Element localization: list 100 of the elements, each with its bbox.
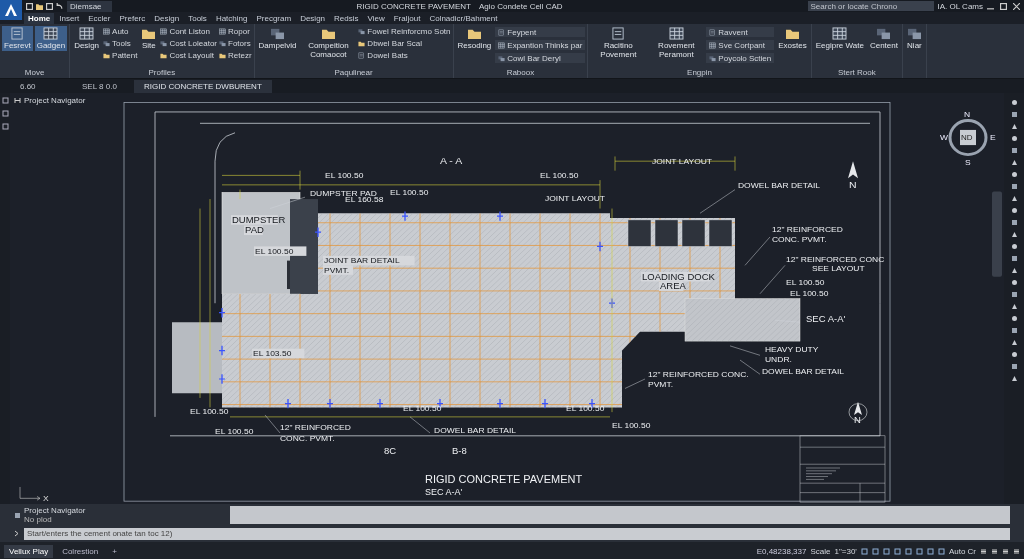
panel-title[interactable]: Stert Rook: [837, 68, 876, 77]
ribbon-tab[interactable]: Fraljout: [389, 12, 425, 24]
document-tab[interactable]: SEL 8 0.0: [72, 80, 132, 93]
ribbon-button[interactable]: Niar: [904, 26, 924, 51]
ribbon-button[interactable]: Centent: [867, 26, 900, 51]
command-icon[interactable]: [14, 530, 21, 537]
ribbon-button[interactable]: Fotors: [219, 39, 252, 48]
grid-icon: [79, 27, 95, 40]
ribbon-dropdown[interactable]: Expantion Thinks par: [495, 40, 586, 50]
menu-icon[interactable]: [991, 547, 998, 555]
drawing-subtitle: SEC A-A': [425, 486, 463, 497]
ribbon-tab[interactable]: Insert: [55, 12, 84, 24]
ribbon-button[interactable]: Cont Liston: [160, 27, 217, 36]
palette-icon[interactable]: [14, 97, 21, 104]
command-input[interactable]: Start/enters the cement onate tan toc 12): [24, 527, 1010, 540]
document-tab[interactable]: 6.60: [10, 80, 70, 93]
panel-title[interactable]: Profiles: [148, 68, 176, 77]
north-arrow-icon: [848, 161, 858, 179]
ribbon-dropdown[interactable]: Feypent: [495, 27, 586, 37]
ribbon-tab[interactable]: Colnadicr/Bahment: [425, 12, 502, 24]
layout-tab[interactable]: Vellux Play: [4, 544, 54, 558]
search-field[interactable]: Search or locate Chrono: [807, 1, 934, 11]
ribbon-tab[interactable]: Home: [24, 12, 55, 24]
ribbon-tab[interactable]: Redsis: [330, 12, 363, 24]
workspace-dropdown[interactable]: Diemsae: [67, 0, 112, 12]
ribbon-dropdown[interactable]: Poycolo Sctien: [706, 53, 775, 63]
ribbon-button[interactable]: Cost Layoult: [160, 51, 217, 60]
ribbon-button[interactable]: Auto: [103, 27, 138, 36]
sheet-icon: [709, 28, 717, 36]
menu-icon[interactable]: [1002, 547, 1009, 555]
new-file-icon[interactable]: [26, 2, 33, 10]
ribbon-dropdown[interactable]: Cowl Bar Deryl: [495, 53, 586, 63]
palette-icon[interactable]: [14, 511, 21, 519]
panel-title[interactable]: Move: [24, 68, 45, 77]
ribbon-button[interactable]: Dowel Bats: [358, 51, 451, 60]
palette-title: Project Navigator: [24, 96, 86, 105]
drawing-label: SEC A-A': [806, 314, 846, 325]
user-name[interactable]: IA. OL Cams: [937, 1, 983, 11]
panel-title[interactable]: Engpin: [687, 68, 712, 77]
app-title: Agio Condete Cell CAD: [478, 1, 563, 11]
ribbon-button[interactable]: Eegipre Wate: [813, 26, 866, 51]
ribbon-tab[interactable]: Tools: [184, 12, 211, 24]
maximize-icon[interactable]: [1000, 2, 1007, 10]
ribbon-tab[interactable]: Hatching: [211, 12, 252, 24]
folder-icon: [103, 52, 111, 59]
panel-title[interactable]: Paqulinear: [334, 68, 373, 77]
ribbon-button[interactable]: Retezr: [219, 51, 252, 60]
ribbon-button[interactable]: Site: [139, 26, 159, 51]
ribbon-button[interactable]: Tools: [103, 39, 138, 48]
document-title: RIGID CONCRETE PAVEMENT: [356, 1, 471, 11]
folder-icon: [785, 27, 800, 40]
ribbon-button[interactable]: Exostes: [776, 26, 809, 51]
panel-title[interactable]: Raboox: [506, 68, 535, 77]
view-cube[interactable]: [948, 119, 988, 156]
ribbon-button[interactable]: Pattent: [103, 51, 138, 60]
drawing-label: PAD: [245, 225, 264, 236]
ribbon-button[interactable]: Fowel Reinforcmo Sotn: [358, 27, 451, 36]
folder-icon: [219, 52, 226, 59]
ribbon-button[interactable]: Dbwel Bar Scal: [358, 39, 451, 48]
ribbon-button[interactable]: Compeition Comaocot: [300, 26, 357, 60]
folder-icon: [141, 27, 157, 40]
ribbon-dropdown[interactable]: Sve Cortpant: [706, 40, 775, 50]
palette-subtitle: No plod: [24, 515, 53, 524]
ribbon-tab[interactable]: Precgram: [252, 12, 296, 24]
ribbon-tab[interactable]: Design: [296, 12, 330, 24]
layout-tab[interactable]: +: [107, 544, 122, 558]
menu-icon[interactable]: [980, 547, 987, 555]
layers-icon: [906, 27, 922, 40]
menu-icon[interactable]: [1013, 547, 1020, 555]
save-icon[interactable]: [46, 2, 53, 10]
ribbon-button[interactable]: Racitino Povement: [590, 26, 647, 60]
undo-icon[interactable]: [56, 2, 63, 10]
ribbon-button[interactable]: Gadgen: [34, 26, 68, 51]
ribbon-button[interactable]: Resoding: [455, 26, 494, 51]
ribbon-tab[interactable]: Design: [150, 12, 184, 24]
ribbon-button[interactable]: Ropor: [219, 27, 252, 36]
sheet-icon: [358, 52, 366, 59]
ribbon-dropdown[interactable]: Ravvent: [706, 27, 775, 37]
drawing-label: DUMPSTER: [232, 214, 286, 225]
document-tab[interactable]: RIGID CONCRETE DWBURENT: [134, 80, 272, 93]
app-logo[interactable]: [0, 0, 22, 20]
scale-dropdown[interactable]: 1"=30': [834, 546, 857, 556]
drawing-label: 8C: [384, 446, 397, 456]
ribbon-button[interactable]: Cost Loleator: [160, 39, 217, 48]
ribbon-button[interactable]: Dampelvid: [256, 26, 299, 51]
grid-icon: [103, 28, 111, 35]
layers-icon: [160, 40, 168, 47]
ribbon-tab[interactable]: Eccler: [84, 12, 115, 24]
ribbon-button[interactable]: Rovement Peramont: [648, 26, 705, 60]
close-icon[interactable]: [1013, 2, 1020, 10]
ribbon-tab[interactable]: View: [363, 12, 389, 24]
drawing-label: AREA: [660, 281, 686, 291]
ribbon-button[interactable]: Design: [72, 26, 102, 51]
grid-icon: [709, 41, 717, 49]
grid-icon: [160, 28, 168, 35]
ribbon-tab[interactable]: Preferc: [115, 12, 150, 24]
layout-tab[interactable]: Colrestion: [57, 544, 104, 558]
open-folder-icon[interactable]: [36, 2, 43, 10]
ribbon-button[interactable]: Fesrevt: [2, 26, 33, 51]
annotation-scale[interactable]: Auto Cr: [948, 546, 976, 556]
